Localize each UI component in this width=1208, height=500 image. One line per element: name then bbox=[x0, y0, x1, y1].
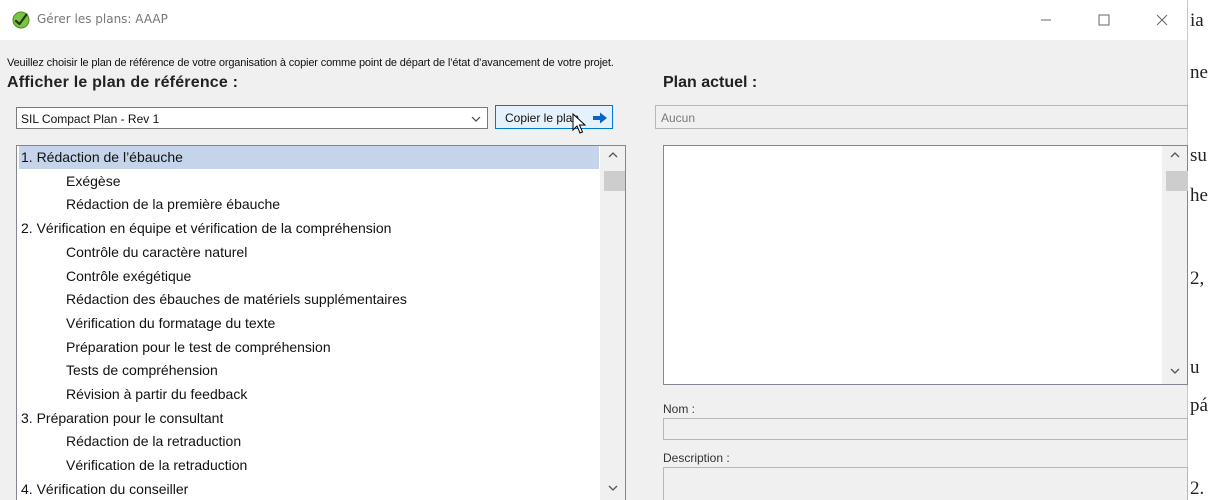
background-document: ia ne su he 2, u pá 2. bbox=[1190, 0, 1208, 500]
tree-task-item[interactable]: Préparation pour le test de compréhensio… bbox=[19, 336, 625, 359]
scroll-down-arrow-icon[interactable] bbox=[608, 484, 618, 492]
name-field bbox=[663, 418, 1188, 440]
name-label: Nom : bbox=[663, 402, 696, 416]
tree-task-item[interactable]: Vérification du formatage du texte bbox=[19, 312, 625, 335]
chevron-down-icon bbox=[471, 113, 481, 127]
tree-task-item[interactable]: Exégèse bbox=[19, 170, 625, 193]
tree-task-item[interactable]: Rédaction de la première ébauche bbox=[19, 193, 625, 216]
background-text-fragment: 2. bbox=[1190, 478, 1205, 499]
tree-stage-item[interactable]: 4. Vérification du conseiller bbox=[19, 478, 601, 500]
tree-task-item[interactable]: Vérification de la retraduction bbox=[19, 454, 625, 477]
description-field bbox=[663, 467, 1188, 500]
manage-plans-dialog: Gérer les plans: AAAP Veuillez choisir l… bbox=[0, 0, 1188, 500]
copy-plan-button[interactable]: Copier le plan bbox=[495, 105, 613, 129]
current-plan-scrollbar-thumb[interactable] bbox=[1166, 171, 1188, 191]
instructions-text: Veuillez choisir le plan de référence de… bbox=[7, 57, 614, 69]
app-check-icon bbox=[12, 11, 30, 29]
close-icon bbox=[1156, 14, 1168, 26]
scroll-up-arrow-icon[interactable] bbox=[1170, 151, 1180, 159]
tree-task-item[interactable]: Rédaction de la retraduction bbox=[19, 430, 625, 453]
background-text-fragment: pá bbox=[1190, 395, 1208, 416]
description-label: Description : bbox=[663, 451, 730, 465]
background-text-fragment: su bbox=[1190, 145, 1207, 166]
background-text-fragment: ia bbox=[1190, 10, 1204, 31]
close-button[interactable] bbox=[1139, 0, 1185, 40]
tree-stage-item[interactable]: 2. Vérification en équipe et vérificatio… bbox=[19, 217, 601, 240]
background-text-fragment: u bbox=[1190, 357, 1200, 378]
tree-task-item[interactable]: Rédaction des ébauches de matériels supp… bbox=[19, 288, 625, 311]
reference-plan-tree[interactable]: 1. Rédaction de l’ébauche Exégèse Rédactio… bbox=[16, 145, 626, 500]
background-text-fragment: 2, bbox=[1190, 268, 1205, 289]
minimize-button[interactable] bbox=[1023, 0, 1069, 40]
arrow-right-icon bbox=[592, 111, 608, 128]
mouse-pointer-icon bbox=[572, 112, 587, 140]
maximize-icon bbox=[1098, 14, 1110, 26]
tree-stage-item[interactable]: 3. Préparation pour le consultant bbox=[19, 407, 601, 430]
current-plan-heading: Plan actuel : bbox=[663, 74, 758, 91]
current-plan-field-value: Aucun bbox=[661, 111, 696, 125]
tree-task-item[interactable]: Contrôle du caractère naturel bbox=[19, 241, 625, 264]
reference-plan-select-value: SIL Compact Plan - Rev 1 bbox=[21, 112, 160, 126]
tree-stage-item[interactable]: 1. Rédaction de l’ébauche bbox=[19, 146, 599, 169]
reference-plan-select[interactable]: SIL Compact Plan - Rev 1 bbox=[16, 107, 488, 129]
tree-task-item[interactable]: Révision à partir du feedback bbox=[19, 383, 625, 406]
reference-plan-heading: Afficher le plan de référence : bbox=[7, 74, 239, 91]
tree-task-item[interactable]: Tests de compréhension bbox=[19, 359, 625, 382]
background-text-fragment: ne bbox=[1190, 62, 1208, 83]
minimize-icon bbox=[1041, 19, 1051, 21]
current-plan-scrollbar[interactable] bbox=[1162, 146, 1188, 384]
current-plan-list[interactable] bbox=[663, 145, 1188, 385]
copy-plan-button-label: Copier le plan bbox=[505, 111, 580, 125]
window-title: Gérer les plans: AAAP bbox=[37, 12, 168, 26]
current-plan-field: Aucun bbox=[655, 105, 1188, 129]
scroll-up-arrow-icon[interactable] bbox=[608, 151, 618, 159]
tree-task-item[interactable]: Contrôle exégétique bbox=[19, 265, 625, 288]
title-bar: Gérer les plans: AAAP bbox=[0, 0, 1187, 40]
scroll-down-arrow-icon[interactable] bbox=[1170, 367, 1180, 375]
background-text-fragment: he bbox=[1190, 185, 1208, 206]
maximize-button[interactable] bbox=[1081, 0, 1127, 40]
